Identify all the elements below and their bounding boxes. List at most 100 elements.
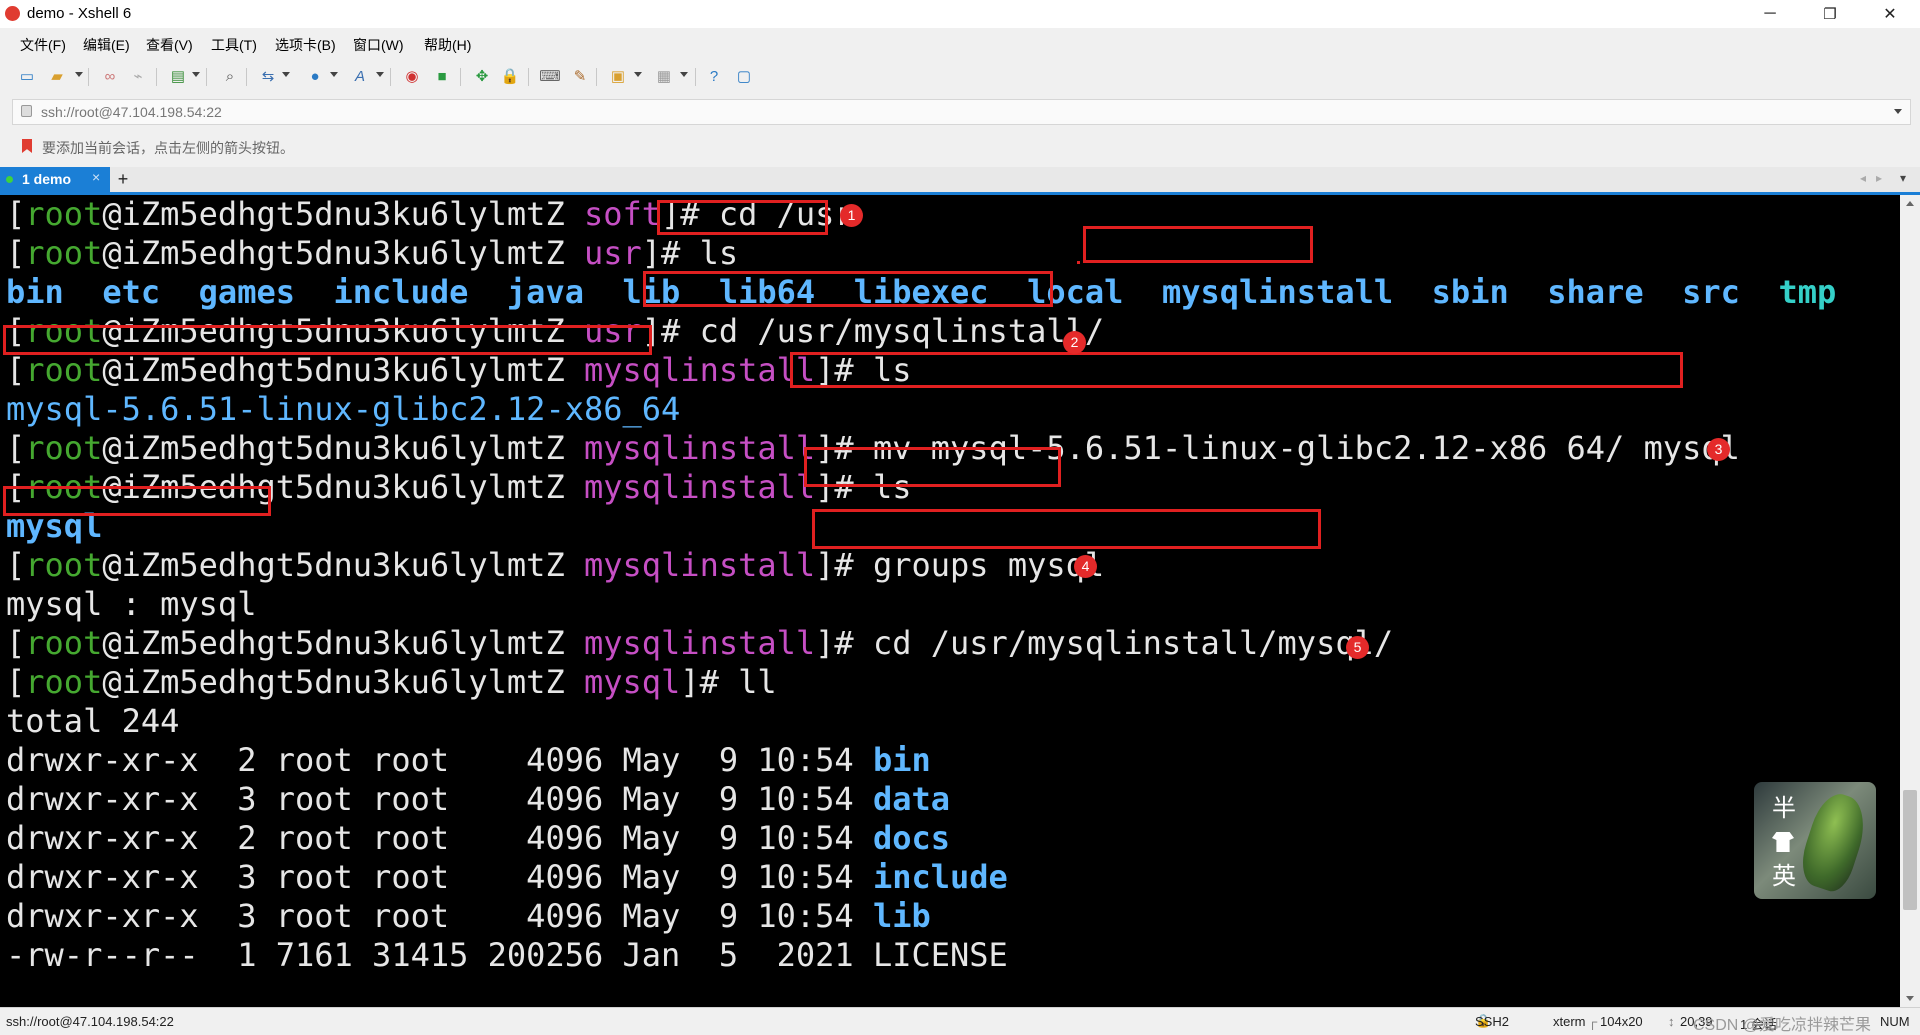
highlight-box [1083, 226, 1313, 263]
status-bar: ssh://root@47.104.198.54:22 🔒 SSH2 xterm… [0, 1007, 1920, 1035]
layout-icon[interactable]: ▦ [654, 66, 674, 86]
tab-bar: 1 demo × + ◂ ▸ ▾ [0, 167, 1920, 192]
menu-view[interactable]: 查看(V) [146, 35, 193, 55]
prompt-line: [root@iZm5edhgt5dnu3ku6lylmtZ mysql]# ll [6, 663, 777, 701]
address-dropdown-icon[interactable] [1894, 109, 1902, 114]
list-item: include [333, 273, 469, 311]
avatar-char-bottom: 英 [1772, 862, 1796, 890]
tab-demo[interactable]: 1 demo × [0, 167, 110, 192]
groups-output-line: mysql : mysql [6, 585, 257, 623]
annotation-badge: 4 [1074, 555, 1097, 578]
menu-help[interactable]: 帮助(H) [424, 35, 471, 55]
help-icon[interactable]: ? [704, 66, 724, 86]
table-row: -rw-r--r-- 1 7161 31415 200256 Jan 5 202… [6, 936, 1008, 974]
highlight-box [812, 509, 1321, 549]
menu-file[interactable]: 文件(F) [20, 35, 66, 55]
fullscreen-icon[interactable]: ✥ [472, 66, 492, 86]
transfer-icon[interactable]: ⇆ [258, 66, 278, 86]
shirt-icon [1772, 832, 1794, 852]
list-item: games [198, 273, 295, 311]
window-title: demo - Xshell 6 [27, 5, 132, 22]
globe-icon[interactable]: ● [305, 66, 325, 86]
prompt-line: [root@iZm5edhgt5dnu3ku6lylmtZ mysqlinsta… [6, 624, 1394, 662]
highlight-box [804, 447, 1061, 487]
terminal-scrollbar[interactable] [1900, 195, 1920, 1007]
script-icon[interactable]: ✎ [570, 66, 590, 86]
close-button[interactable]: ✕ [1860, 0, 1920, 28]
xmanager-icon[interactable]: ■ [432, 66, 452, 86]
restore-button[interactable]: ❐ [1800, 0, 1860, 28]
lock-icon [21, 105, 32, 117]
status-num: NUM [1880, 1014, 1910, 1029]
scroll-up-icon[interactable] [1906, 201, 1914, 206]
annotation-badge: 3 [1707, 438, 1730, 461]
unlink-icon[interactable]: ⌁ [128, 66, 148, 86]
table-row: drwxr-xr-x 2 root root 4096 May 9 10:54 … [6, 819, 951, 857]
terminal[interactable]: [root@iZm5edhgt5dnu3ku6lylmtZ soft]# cd … [0, 195, 1900, 1007]
connected-status-icon [6, 176, 13, 183]
table-row: drwxr-xr-x 2 root root 4096 May 9 10:54 … [6, 741, 931, 779]
compose-icon[interactable]: ▣ [608, 66, 628, 86]
list-item: mysqlinstall [1161, 273, 1394, 311]
floating-avatar-widget[interactable]: 半 英 [1754, 782, 1876, 899]
xshell-logo-icon [5, 6, 20, 21]
highlight-box [657, 200, 828, 235]
keyboard-icon[interactable]: ⌨ [539, 66, 561, 86]
tab-close-icon[interactable]: × [92, 169, 100, 185]
list-item: src [1682, 273, 1740, 311]
scrollbar-thumb[interactable] [1903, 790, 1917, 910]
list-item: share [1547, 273, 1644, 311]
status-address: ssh://root@47.104.198.54:22 [6, 1014, 174, 1029]
address-bar[interactable]: ssh://root@47.104.198.54:22 [12, 99, 1911, 125]
highlight-box [790, 352, 1683, 388]
prompt-line: [root@iZm5edhgt5dnu3ku6lylmtZ mysqlinsta… [6, 351, 912, 389]
total-line: total 244 [6, 702, 180, 740]
search-icon[interactable]: ⌕ [220, 66, 240, 86]
list-item: sbin [1431, 273, 1509, 311]
cursor-icon: ↕ [1668, 1014, 1675, 1029]
tab-list-icon[interactable]: ▾ [1900, 171, 1906, 185]
red-mark [1077, 261, 1080, 264]
avatar-char-top: 半 [1772, 794, 1796, 822]
scroll-down-icon[interactable] [1906, 996, 1914, 1001]
table-row: drwxr-xr-x 3 root root 4096 May 9 10:54 … [6, 858, 1008, 896]
list-item: bin [6, 273, 64, 311]
hint-text: 要添加当前会话，点击左侧的箭头按钮。 [42, 140, 294, 156]
tab-next-icon[interactable]: ▸ [1876, 171, 1882, 185]
menu-edit[interactable]: 编辑(E) [83, 35, 130, 55]
prompt-line: [root@iZm5edhgt5dnu3ku6lylmtZ mysqlinsta… [6, 546, 1105, 584]
character-figure-icon [1794, 788, 1874, 896]
session-hint-bar: 要添加当前会话，点击左侧的箭头按钮。 [0, 134, 1920, 160]
lock-icon[interactable]: 🔒 [500, 66, 520, 86]
xftp-icon[interactable]: ◉ [402, 66, 422, 86]
status-protocol: SSH2 [1475, 1014, 1509, 1029]
ls-output-line: mysql-5.6.51-linux-glibc2.12-x86_64 [6, 390, 681, 428]
prompt-line: [root@iZm5edhgt5dnu3ku6lylmtZ usr]# ls [6, 234, 739, 272]
csdn-watermark: CSDN @爱吃凉拌辣芒果 [1693, 1017, 1872, 1034]
list-item: java [506, 273, 584, 311]
status-size: 104x20 [1600, 1014, 1643, 1029]
minimize-button[interactable]: ─ [1740, 0, 1800, 28]
menu-tools[interactable]: 工具(T) [211, 35, 257, 55]
status-term: xterm [1553, 1014, 1586, 1029]
bookmark-icon[interactable] [22, 139, 32, 153]
highlight-box [3, 486, 271, 516]
list-item: etc [102, 273, 161, 311]
annotation-badge: 2 [1063, 331, 1086, 354]
address-input[interactable]: ssh://root@47.104.198.54:22 [41, 104, 222, 120]
size-icon: ┌ [1588, 1014, 1598, 1029]
list-item: tmp [1778, 273, 1837, 311]
highlight-box [3, 325, 652, 355]
font-icon[interactable]: A [350, 66, 370, 86]
tab-prev-icon[interactable]: ◂ [1860, 171, 1866, 185]
add-tab-button[interactable]: + [113, 168, 133, 190]
chat-icon[interactable]: ▢ [734, 66, 754, 86]
annotation-badge: 5 [1346, 636, 1369, 659]
menu-window[interactable]: 窗口(W) [353, 35, 404, 55]
properties-icon[interactable]: ▤ [168, 66, 188, 86]
new-session-icon[interactable]: ▭ [17, 66, 37, 86]
link-icon[interactable]: ∞ [100, 66, 120, 86]
menu-tabs[interactable]: 选项卡(B) [275, 35, 336, 55]
highlight-box [643, 271, 1053, 307]
open-folder-icon[interactable]: ▰ [47, 66, 67, 86]
